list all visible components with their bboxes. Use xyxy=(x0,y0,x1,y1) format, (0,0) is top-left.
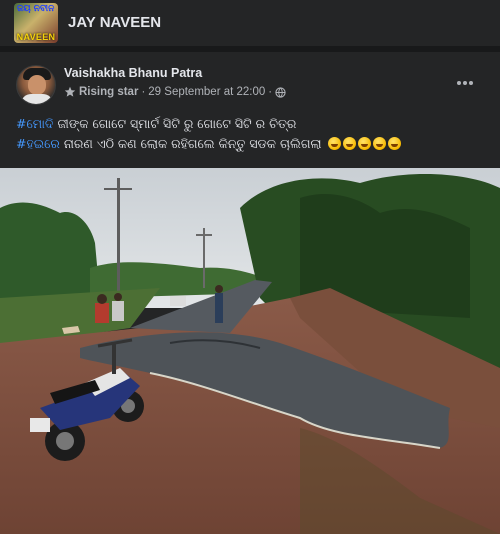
meta-separator: · xyxy=(141,86,146,98)
post-line-2-text: ନାରଣ ଏଠି କଣ ଲୋକ ରହିଗଲେ କିନ୍ତୁ ସଡକ ଚାଲିଗଲ… xyxy=(59,136,326,151)
more-dots-icon xyxy=(457,81,473,85)
laughing-emoji-icon xyxy=(387,137,401,150)
photo-pole-1 xyxy=(117,178,120,298)
laughing-emoji-row xyxy=(326,136,401,151)
rising-star-icon xyxy=(64,86,76,97)
meta-separator-2: · xyxy=(268,86,273,98)
author-avatar[interactable] xyxy=(16,65,56,105)
photo-pole-crossbar-2 xyxy=(196,234,212,236)
group-header: ଜୟ ନବୀନ NAVEEN JAY NAVEEN xyxy=(0,0,500,46)
rising-star-badge[interactable]: Rising star xyxy=(79,86,138,98)
post-text: #ମୋଦି ଜୀଙ୍କ ଗୋଟେ ସ୍ମାର୍ଟ ସିଟି ରୁ ଗୋଟେ ସି… xyxy=(16,114,486,154)
post-line-2: #ହଇରେ ନାରଣ ଏଠି କଣ ଲୋକ ରହିଗଲେ କିନ୍ତୁ ସଡକ … xyxy=(16,134,486,154)
post-line-1-text: ଜୀଙ୍କ ଗୋଟେ ସ୍ମାର୍ଟ ସିଟି ରୁ ଗୋଟେ ସିଟି ର ଚ… xyxy=(53,116,297,131)
post-line-1: #ମୋଦି ଜୀଙ୍କ ଗୋଟେ ସ୍ମାର୍ଟ ସିଟି ରୁ ଗୋଟେ ସି… xyxy=(16,114,486,134)
more-options-button[interactable] xyxy=(450,72,480,94)
post-meta: Rising star · 29 September at 22:00 · xyxy=(64,86,286,98)
laughing-emoji-icon xyxy=(327,137,341,150)
laughing-emoji-icon xyxy=(342,137,356,150)
post-card: Vaishakha Bhanu Patra Rising star · 29 S… xyxy=(0,52,500,534)
globe-icon xyxy=(275,86,286,98)
photo-pole-2 xyxy=(203,228,205,288)
laughing-emoji-icon xyxy=(372,137,386,150)
group-avatar-caption: NAVEEN xyxy=(16,32,56,42)
post-photo[interactable] xyxy=(0,168,500,534)
post-timestamp[interactable]: 29 September at 22:00 xyxy=(148,86,265,98)
group-avatar-top-text: ଜୟ ନବୀନ xyxy=(17,4,55,14)
photo-pole-crossbar-1 xyxy=(104,188,132,190)
hashtag-link[interactable]: #ମୋଦି xyxy=(16,116,54,131)
laughing-emoji-icon xyxy=(357,137,371,150)
hashtag-link[interactable]: #ହଇରେ xyxy=(16,136,60,151)
avatar-shirt xyxy=(21,94,53,104)
group-avatar[interactable]: ଜୟ ନବୀନ NAVEEN xyxy=(14,3,58,43)
group-title[interactable]: JAY NAVEEN xyxy=(68,14,161,31)
author-name[interactable]: Vaishakha Bhanu Patra xyxy=(64,66,202,80)
avatar-face xyxy=(28,75,46,95)
